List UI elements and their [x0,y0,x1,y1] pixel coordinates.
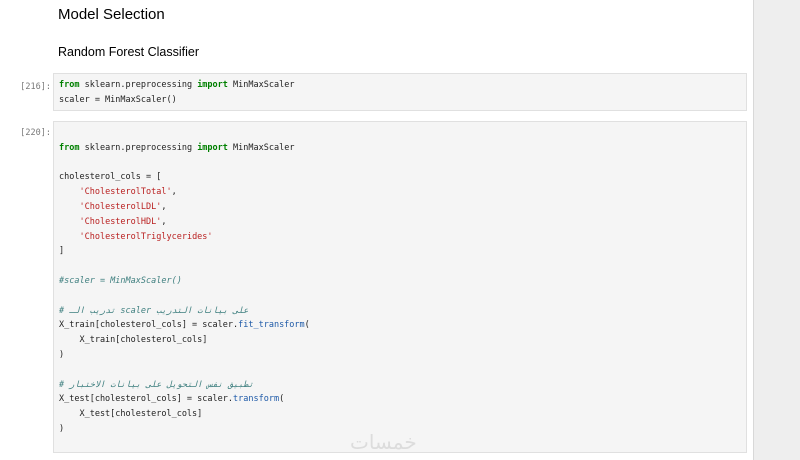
code-line: X_train[cholesterol_cols] = scaler.fit_t… [59,320,310,331]
code-cell-216[interactable]: from sklearn.preprocessing import MinMax… [53,73,747,111]
watermark-logo: خمسات [350,430,417,454]
notebook-page: Model Selection Random Forest Classifier… [0,0,754,460]
code-line: ] [59,246,65,257]
code-line: ) [59,349,65,360]
code-cell-220[interactable]: from sklearn.preprocessing import MinMax… [53,121,747,453]
code-line: 'CholesterolTotal', [79,187,177,198]
code-line: X_test[cholesterol_cols] = scaler.transf… [59,394,285,405]
heading-model-selection: Model Selection [58,6,165,23]
code-line: 'CholesterolTriglycerides' [79,231,213,242]
code-line: # تدريب الـ scaler على بيانات التدريب [59,305,249,316]
code-line: #scaler = MinMaxScaler() [59,275,182,286]
cell-prompt-216: [216]: [20,82,51,92]
code-line: scaler = MinMaxScaler() [59,94,177,105]
code-line: cholesterol_cols = [ [59,172,162,183]
subheading-random-forest: Random Forest Classifier [58,45,200,59]
cell-prompt-220: [220]: [20,128,51,138]
code-line: 'CholesterolHDL', [79,216,167,227]
code-line: X_test[cholesterol_cols] [59,409,203,420]
code-line: # تطبيق نفس التحويل على بيانات الاختبار [59,379,254,390]
code-line: ) [59,423,65,434]
code-line: from sklearn.preprocessing import MinMax… [59,80,295,90]
code-line: 'CholesterolLDL', [79,201,167,212]
code-line: from sklearn.preprocessing import MinMax… [59,142,295,153]
scrollbar[interactable] [754,0,800,460]
code-cell-216-source[interactable]: from sklearn.preprocessing import MinMax… [54,78,746,108]
code-cell-220-source[interactable]: from sklearn.preprocessing import MinMax… [54,126,746,437]
code-line: X_train[cholesterol_cols] [59,335,208,346]
